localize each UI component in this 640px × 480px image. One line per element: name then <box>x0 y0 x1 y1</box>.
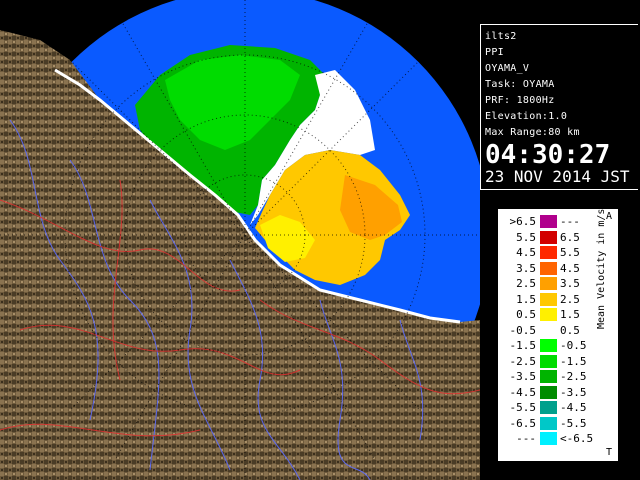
legend-row: -6.5 -5.5 <box>498 416 618 430</box>
legend-lower-bound: -6.5 <box>509 416 537 430</box>
legend-lower-bound: -4.5 <box>509 385 537 399</box>
elevation-value: Elevation:1.0 <box>485 111 568 122</box>
legend-upper-bound: 0.5 <box>560 323 580 337</box>
prf-value: PRF: 1800Hz <box>485 95 555 106</box>
legend-lower-bound: 2.5 <box>516 277 536 290</box>
legend-row: -3.5 -2.5 <box>498 370 618 383</box>
task-name: Task: OYAMA <box>485 79 555 90</box>
legend-row: -1.5 -0.5 <box>498 339 618 352</box>
legend-color-swatch <box>540 261 557 275</box>
radar-ppi-view[interactable] <box>0 0 480 480</box>
legend-row: -5.5 -4.5 <box>498 401 618 414</box>
legend-title: Mean Velocity in m/s <box>596 208 607 329</box>
legend-color-swatch <box>540 230 557 244</box>
legend-lower-bound: 5.5 <box>516 230 536 244</box>
radar-map <box>0 0 480 480</box>
legend-lower-bound: 1.5 <box>516 292 536 306</box>
legend-color-swatch <box>540 246 557 259</box>
legend-color-swatch <box>540 416 557 430</box>
site-name: OYAMA_V <box>485 63 530 74</box>
observation-time: 04:30:27 <box>485 140 611 170</box>
legend-upper-bound: 5.5 <box>560 246 580 259</box>
legend-lower-bound: 4.5 <box>516 246 536 259</box>
velocity-legend: >6.5 --- 5.5 6.5 4.5 5.5 3.5 4.5 2.5 3.5 1.5 2.5 0.5… <box>497 208 619 462</box>
legend-color-swatch <box>540 432 557 445</box>
legend-lower-bound: -2.5 <box>509 354 537 368</box>
legend-row: -2.5 -1.5 <box>498 354 618 368</box>
observation-date: 23 NOV 2014 JST <box>485 167 630 186</box>
legend-lower-bound: 3.5 <box>516 261 536 275</box>
legend-upper-bound: 6.5 <box>560 230 580 244</box>
legend-upper-bound: --- <box>560 215 580 228</box>
legend-color-swatch <box>540 215 557 228</box>
legend-upper-bound: -0.5 <box>560 339 587 352</box>
legend-upper-bound: 4.5 <box>560 261 580 275</box>
legend-row: --- <-6.5 <box>498 432 618 445</box>
legend-upper-bound: -5.5 <box>560 416 587 430</box>
legend-color-swatch <box>540 401 557 414</box>
legend-color-swatch <box>540 308 557 321</box>
legend-upper-bound: -2.5 <box>560 370 587 383</box>
legend-upper-bound: 1.5 <box>560 308 580 321</box>
legend-lower-bound: 0.5 <box>516 308 536 321</box>
max-range-value: Max Range:80 km <box>485 127 580 138</box>
legend-color-swatch <box>540 292 557 306</box>
legend-color-swatch <box>540 323 557 337</box>
legend-upper-bound: -1.5 <box>560 354 587 368</box>
legend-lower-bound: -0.5 <box>509 323 537 337</box>
legend-upper-bound: -3.5 <box>560 385 587 399</box>
legend-lower-bound: >6.5 <box>509 215 537 228</box>
legend-color-swatch <box>540 354 557 368</box>
legend-lower-bound: -3.5 <box>509 370 537 383</box>
legend-upper-bound: 2.5 <box>560 292 580 306</box>
legend-lower-bound: -1.5 <box>509 339 537 352</box>
legend-color-swatch <box>540 385 557 399</box>
legend-upper-bound: <-6.5 <box>560 432 594 445</box>
legend-row: -4.5 -3.5 <box>498 385 618 399</box>
legend-corner-bottom: T <box>606 447 613 458</box>
legend-lower-bound: --- <box>516 432 536 445</box>
radar-info-panel: ilts2 PPI OYAMA_V Task: OYAMA PRF: 1800H… <box>480 24 638 190</box>
legend-lower-bound: -5.5 <box>509 401 537 414</box>
legend-upper-bound: 3.5 <box>560 277 580 290</box>
legend-color-swatch <box>540 370 557 383</box>
host-name: ilts2 <box>485 31 517 42</box>
legend-upper-bound: -4.5 <box>560 401 587 414</box>
product-type: PPI <box>485 47 504 58</box>
legend-color-swatch <box>540 277 557 290</box>
legend-color-swatch <box>540 339 557 352</box>
